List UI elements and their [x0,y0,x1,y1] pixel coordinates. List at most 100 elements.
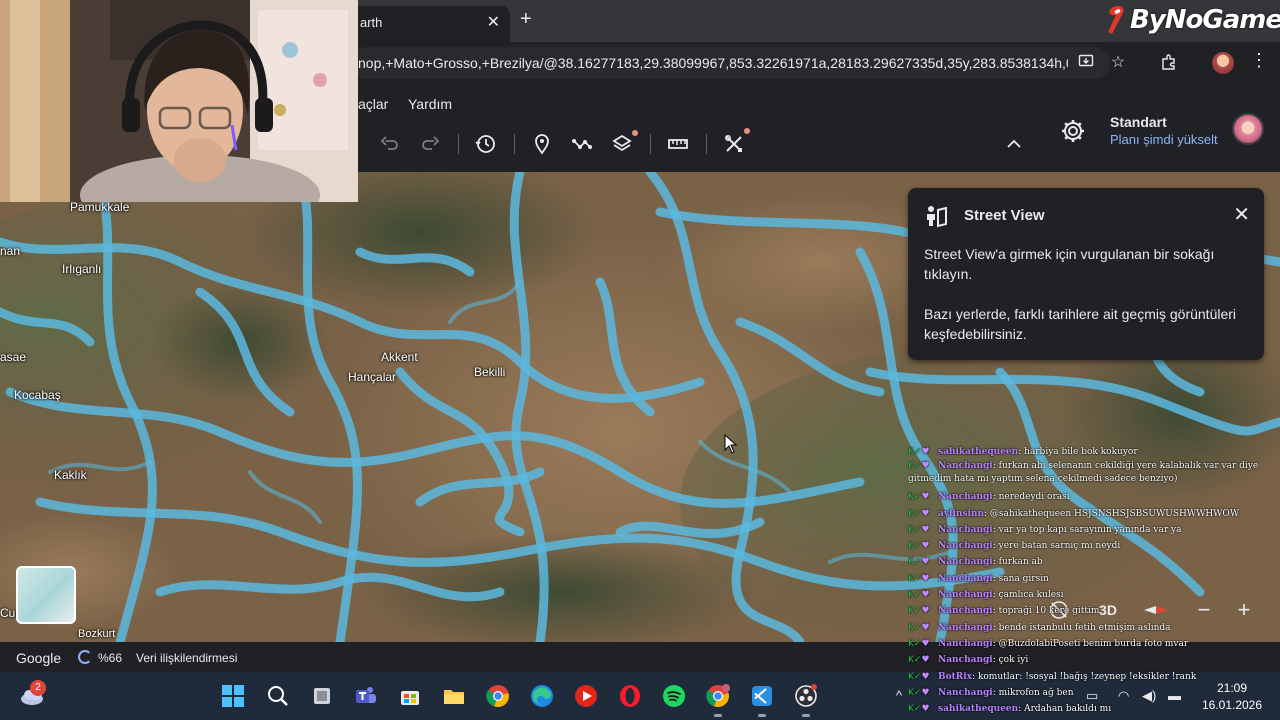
place-label: asae [0,350,27,364]
notification-dot [744,128,750,134]
chat-text: komutlar: !sosyal !bağış !zeynep !eksikl… [977,671,1197,682]
streamer-webcam-image [0,0,358,202]
measure-icon[interactable] [662,128,694,160]
store-icon[interactable] [395,681,425,711]
chat-message: K✓♥ Nanchangi: @BuzdolabiPoseti benim bur… [908,636,1280,652]
watermark-text: ByNoGame [1130,5,1280,35]
chat-text: furkan ab [998,557,1043,568]
browser-menu-icon[interactable]: ⋮ [1250,50,1268,71]
chat-username[interactable]: sahikathequeen [938,447,1018,457]
chat-username[interactable]: Nanchangi [938,541,993,551]
undo-icon[interactable] [374,128,406,160]
opera-icon[interactable] [615,681,645,711]
webcam-overlay [0,0,358,202]
place-label: Bekilli [474,365,506,379]
chrome-icon[interactable] [483,681,513,711]
chat-badges-icon: K✓♥ [908,655,930,666]
chat-text: çamlıca kulesi [998,590,1064,601]
chat-message: K✓♥ Nanchangi: sana girsin [908,571,1280,587]
chat-username[interactable]: BotRix [938,672,972,682]
chat-text: yere batan sarnıç mı neydi [998,541,1121,552]
street-view-history-note: Bazı yerlerde, farklı tarihlere ait geçm… [924,306,1237,342]
chat-username[interactable]: Nanchangi [938,525,993,535]
media-player-icon[interactable] [571,681,601,711]
vs-code-icon[interactable] [747,681,777,717]
address-bar[interactable]: nop,+Mato+Grosso,+Brezilya/@38.16277183,… [350,47,1110,79]
chat-message: K✓♥ Nanchangi: neredeydi orası [908,489,1280,505]
file-explorer-icon[interactable] [439,681,469,711]
menu-help[interactable]: Yardım [408,96,452,112]
tab-close-icon[interactable]: ✕ [487,12,500,32]
obs-icon[interactable] [791,681,821,717]
chat-text: var ya top kapı sarayının yanında var ya [998,524,1182,535]
chrome-profile-icon[interactable] [703,681,733,717]
chat-message: K✓♥ BotRix: komutlar: !sosyal !bağış !zey… [908,669,1280,685]
draw-path-icon[interactable] [566,128,598,160]
toolbar-divider [514,134,515,154]
stream-chat-overlay: K✓♥ sahikathequeen: harbiya bile bok koku… [908,444,1280,720]
new-tab-button[interactable]: + [520,9,532,29]
chat-username[interactable]: Nanchangi [938,606,993,616]
chat-username[interactable]: Nanchangi [938,574,993,584]
collapse-toolbar-icon[interactable] [998,128,1030,160]
teams-icon[interactable] [351,681,381,711]
toolbar-divider [650,134,651,154]
chat-username[interactable]: sahikathequeen [938,704,1018,714]
street-view-pegman-icon [927,206,947,228]
data-attribution-link[interactable]: Veri ilişkilendirmesi [136,651,237,665]
place-label: Kocabaş [14,388,61,402]
close-icon[interactable]: ✕ [1233,202,1250,227]
settings-gear-icon[interactable] [1060,118,1086,144]
chat-badges-icon: K✓♥ [908,461,930,472]
bookmark-star-icon[interactable]: ☆ [1108,53,1128,73]
chat-message: K✓♥ aylinsinn: @sahikathequeen HSJSNSHSJS… [908,506,1280,522]
place-label: Kaklık [54,468,87,482]
chat-username[interactable]: aylinsinn [938,509,984,519]
chat-message: K✓♥ Nanchangi: bende istanbulu fetih etmi… [908,620,1280,636]
chat-message: K✓♥ Nanchangi: çok iyi [908,652,1280,668]
chat-username[interactable]: Nanchangi [938,461,993,471]
chat-badges-icon: K✓♥ [908,687,930,698]
place-label: Hançalar [348,370,397,384]
profile-avatar-small[interactable] [1212,52,1234,74]
chat-badges-icon: K✓♥ [908,524,930,535]
toolbar-divider [458,134,459,154]
install-app-icon[interactable] [1076,53,1096,73]
account-avatar[interactable] [1232,113,1264,145]
chat-username[interactable]: Nanchangi [938,655,993,665]
tray-overflow-icon[interactable]: ^ [896,688,902,703]
spotify-icon[interactable] [659,681,689,711]
chat-message: K✓♥ Nanchangi: var ya top kapı sarayının … [908,522,1280,538]
menu-tools[interactable]: açlar [358,96,388,112]
chat-username[interactable]: Nanchangi [938,590,993,600]
chat-message: K✓♥ Nanchangi: topraği 10 kere gittim [908,603,1280,619]
search-icon[interactable] [263,681,293,711]
layers-icon[interactable] [606,128,638,160]
add-placemark-icon[interactable] [526,128,558,160]
start-icon[interactable] [218,681,248,711]
chat-text: neredeydi orası [998,492,1070,503]
earth-toolbar [370,128,1040,160]
task-view-icon[interactable] [307,681,337,711]
tab-title: arth [360,15,383,30]
chat-text: bende istanbulu fetih etmişim aslında [998,622,1171,633]
chat-badges-icon: K✓♥ [908,492,930,503]
chat-username[interactable]: Nanchangi [938,623,993,633]
plan-title: Standart [1110,114,1167,130]
chat-badges-icon: K✓♥ [908,573,930,584]
tools-icon[interactable] [718,128,750,160]
chat-username[interactable]: Nanchangi [938,688,993,698]
chat-username[interactable]: Nanchangi [938,557,993,567]
url-text[interactable]: nop,+Mato+Grosso,+Brezilya/@38.16277183,… [358,55,1068,71]
chat-username[interactable]: Nanchangi [938,639,993,649]
extensions-icon[interactable] [1159,53,1179,73]
chat-username[interactable]: Nanchangi [938,492,993,502]
historical-imagery-icon[interactable] [470,128,502,160]
redo-icon[interactable] [414,128,446,160]
edge-icon[interactable] [527,681,557,711]
chat-badges-icon: K✓♥ [908,541,930,552]
minimap-toggle[interactable] [16,566,76,624]
street-view-panel: Street View ✕ Street View'a girmek için … [908,188,1264,360]
browser-tab[interactable]: arth ✕ [350,6,510,42]
upgrade-plan-link[interactable]: Planı şimdi yükselt [1110,132,1218,147]
